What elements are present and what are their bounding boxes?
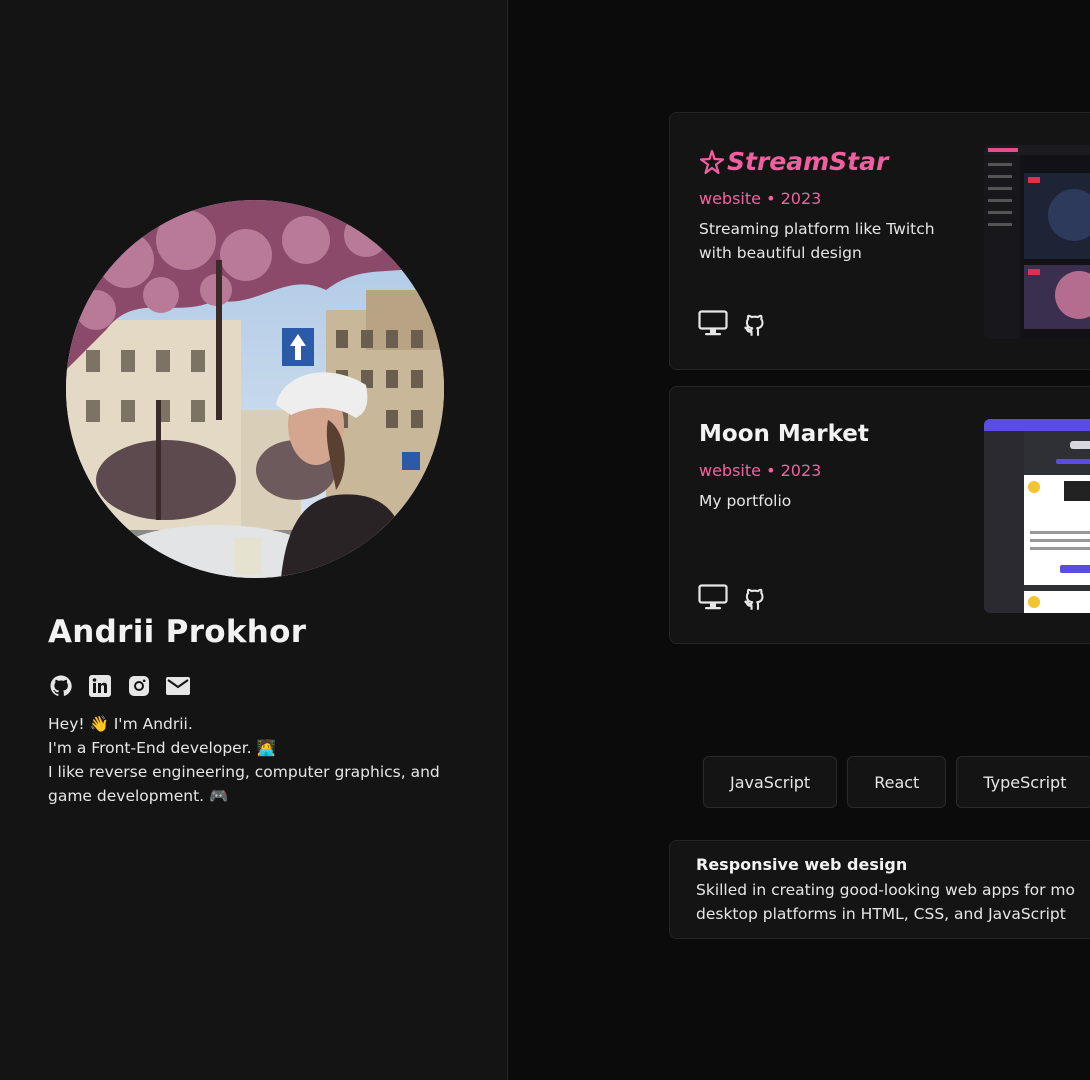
skill-title: Responsive web design [696, 855, 908, 874]
bio-line: I like reverse engineering, computer gra… [48, 763, 440, 781]
bio-line: game development. 🎮 [48, 787, 229, 805]
project-description: Streaming platform like Twitch with beau… [699, 220, 935, 262]
social-links [48, 673, 190, 698]
mail-icon[interactable] [165, 673, 190, 698]
monitor-icon[interactable] [697, 582, 729, 612]
github-icon[interactable] [739, 582, 771, 612]
instagram-icon[interactable] [126, 673, 151, 698]
project-links [697, 308, 771, 338]
profile-bio: Hey! 👋 I'm Andrii. I'm a Front-End devel… [48, 712, 478, 808]
project-links [697, 582, 771, 612]
avatar [66, 200, 444, 578]
linkedin-icon[interactable] [87, 673, 112, 698]
bio-line: I'm a Front-End developer. 🧑‍💻 [48, 739, 276, 757]
skill-tab-react[interactable]: React [847, 756, 947, 808]
project-card-moon-market[interactable]: Moon Market website • 2023 My portfolio [669, 386, 1090, 644]
project-description: My portfolio [699, 492, 792, 510]
github-icon[interactable] [48, 673, 73, 698]
streamstar-logo: StreamStar [699, 147, 888, 176]
profile-panel: Andrii Prokhor Hey! 👋 I'm Andrii. I'm a … [0, 0, 508, 1080]
github-icon[interactable] [739, 308, 771, 338]
project-card-streamstar[interactable]: StreamStar website • 2023 Streaming plat… [669, 112, 1090, 370]
skill-description-line: Skilled in creating good-looking web app… [696, 881, 1076, 899]
monitor-icon[interactable] [697, 308, 729, 338]
star-icon [699, 149, 725, 174]
skills-tabs: JavaScript React TypeScript [703, 756, 1090, 808]
project-preview-image [984, 145, 1090, 339]
bio-line: Hey! 👋 I'm Andrii. [48, 715, 193, 733]
skill-card: Responsive web design Skilled in creatin… [669, 840, 1090, 939]
project-title: StreamStar [727, 147, 889, 176]
project-title: Moon Market [699, 421, 869, 447]
skill-tab-typescript[interactable]: TypeScript [956, 756, 1090, 808]
project-preview-image [984, 419, 1090, 613]
project-meta: website • 2023 [699, 189, 822, 208]
profile-name: Andrii Prokhor [48, 614, 307, 650]
project-meta: website • 2023 [699, 461, 822, 480]
skill-tab-javascript[interactable]: JavaScript [703, 756, 838, 808]
skill-description-line: desktop platforms in HTML, CSS, and Java… [696, 905, 1066, 923]
